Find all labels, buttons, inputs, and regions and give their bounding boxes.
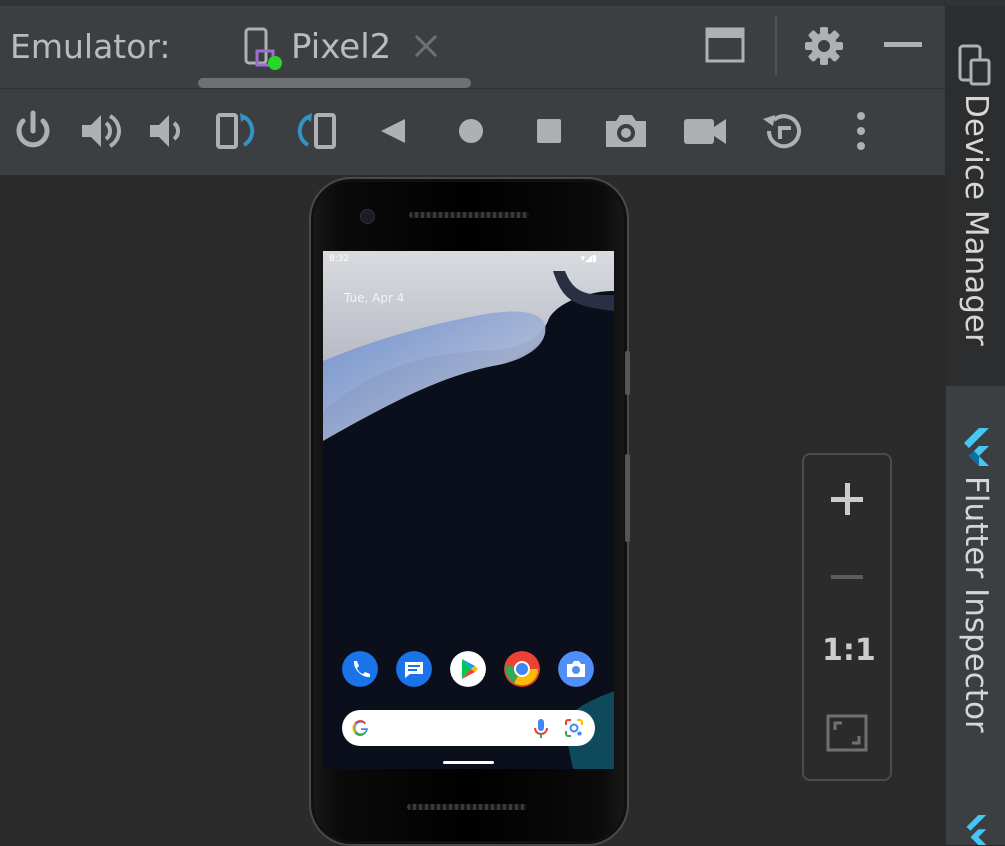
rotate-right-icon: [297, 113, 336, 149]
device-manager-tool[interactable]: Device Manager: [946, 6, 1005, 386]
home-date[interactable]: Tue, Apr 4: [344, 291, 404, 305]
zoom-in-button[interactable]: [825, 477, 869, 521]
fit-screen-button[interactable]: [825, 712, 869, 756]
snapshot-button[interactable]: [761, 109, 805, 153]
status-bar: 8:32 ▾◢▮: [329, 254, 609, 268]
camera-icon: [606, 115, 646, 147]
phone-app-icon[interactable]: [342, 651, 378, 687]
tab-label: Pixel2: [291, 27, 392, 67]
emulator-title-bar: Emulator: Pixel2: [0, 0, 945, 88]
microphone-icon[interactable]: [534, 719, 548, 739]
top-divider: [0, 0, 945, 6]
flutter-inspector-tool[interactable]: Flutter Inspector: [946, 400, 1005, 780]
screenshot-button[interactable]: [604, 109, 648, 153]
side-button-power: [625, 351, 630, 395]
fit-screen-icon: [826, 714, 868, 752]
volume-down-icon: [150, 115, 180, 147]
emulator-label: Emulator:: [10, 27, 171, 66]
bottom-speaker: [407, 804, 527, 810]
play-store-app-icon[interactable]: [450, 651, 486, 687]
plus-icon: [831, 483, 863, 515]
flutter-icon-secondary[interactable]: [961, 815, 991, 845]
flutter-icon: [964, 428, 989, 466]
more-vertical-icon: [857, 112, 865, 150]
screen-record-button[interactable]: [683, 109, 727, 153]
device-manager-icon: [958, 44, 991, 86]
rotate-left-button[interactable]: [216, 109, 260, 153]
gesture-home-bar[interactable]: [443, 761, 494, 764]
top-speaker: [409, 212, 529, 218]
close-icon[interactable]: [410, 30, 442, 62]
messages-app-icon[interactable]: [396, 651, 432, 687]
emulator-toolbar: [0, 88, 945, 175]
google-logo-icon: [352, 720, 368, 737]
home-circle-icon: [459, 119, 483, 143]
overview-button[interactable]: [527, 109, 571, 153]
google-search-bar[interactable]: [342, 710, 595, 746]
right-tool-window-bar: Device Manager Flutter Inspector: [945, 0, 1005, 845]
chrome-app-icon[interactable]: [504, 651, 540, 687]
zoom-controls: 1:1: [802, 453, 892, 781]
settings-gear-icon[interactable]: [803, 25, 845, 67]
device-running-icon: [244, 27, 282, 70]
status-time: 8:32: [329, 254, 350, 264]
lens-icon[interactable]: [565, 719, 583, 737]
actual-size-button[interactable]: 1:1: [822, 633, 876, 668]
minus-icon: [831, 575, 863, 579]
video-camera-icon: [684, 119, 726, 144]
device-frame: 8:32 ▾◢▮ Tue, Apr 4: [309, 177, 630, 846]
back-button[interactable]: [371, 109, 415, 153]
window-restore-icon[interactable]: [705, 27, 745, 65]
rotate-left-icon: [216, 113, 255, 149]
rotate-right-button[interactable]: [292, 109, 336, 153]
volume-up-button[interactable]: [79, 109, 123, 153]
back-triangle-icon: [381, 119, 405, 143]
flutter-inspector-label: Flutter Inspector: [958, 476, 994, 733]
volume-down-button[interactable]: [145, 109, 189, 153]
minimize-icon[interactable]: [884, 40, 922, 50]
side-button-volume: [625, 454, 630, 542]
volume-up-icon: [82, 114, 121, 148]
more-options-button[interactable]: [839, 109, 883, 153]
front-camera: [360, 209, 375, 224]
camera-app-icon[interactable]: [558, 651, 594, 687]
home-button[interactable]: [449, 109, 493, 153]
toolbar-separator: [775, 16, 777, 76]
power-icon: [16, 110, 50, 148]
overview-square-icon: [537, 119, 561, 143]
wallpaper: [323, 251, 614, 769]
power-button[interactable]: [11, 109, 55, 153]
zoom-out-button[interactable]: [825, 555, 869, 599]
snapshot-restore-icon: [763, 114, 801, 149]
status-icons: ▾◢▮: [580, 254, 597, 264]
tab-selected-indicator: [198, 78, 471, 88]
device-screen[interactable]: 8:32 ▾◢▮ Tue, Apr 4: [323, 251, 614, 769]
device-manager-label: Device Manager: [958, 94, 994, 346]
